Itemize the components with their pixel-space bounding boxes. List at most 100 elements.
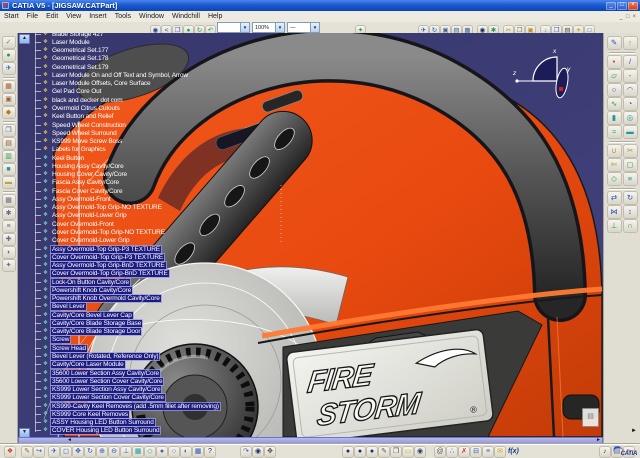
- line-icon[interactable]: /: [624, 56, 637, 68]
- revolve-surface-icon[interactable]: ◎: [624, 112, 637, 124]
- tree-item[interactable]: ❖Overmold Citrus Cutouts: [18, 104, 348, 112]
- menu-tools[interactable]: Tools: [111, 13, 135, 20]
- offset-icon[interactable]: ≡: [624, 173, 637, 185]
- tree-item[interactable]: ❖Labels for Graphics: [18, 146, 348, 154]
- menu-edit[interactable]: Edit: [42, 13, 62, 20]
- box-part-icon[interactable]: ■: [3, 164, 15, 175]
- arc-icon[interactable]: ◠: [624, 84, 637, 96]
- gallery-icon[interactable]: ▤: [3, 138, 15, 149]
- tree-item[interactable]: ❖Fascia Assy Cavity/Core: [18, 179, 348, 187]
- conic-icon[interactable]: ◔: [624, 98, 637, 110]
- palette-icon[interactable]: ▦: [3, 81, 15, 92]
- extract-icon[interactable]: ◇: [608, 173, 621, 185]
- zoom-out-icon[interactable]: ⊖: [109, 447, 119, 457]
- viewport-page-icon[interactable]: ▤: [582, 408, 599, 427]
- line-style-combo[interactable]: — ▼: [287, 22, 320, 33]
- menu-view[interactable]: View: [62, 13, 85, 20]
- globe-publish-icon[interactable]: ●: [3, 50, 15, 61]
- tree-item[interactable]: ❖Fascia Cover Cavity/Core: [18, 187, 348, 195]
- tree-item[interactable]: ❖Geometrical Set.179: [18, 63, 348, 71]
- tree-item[interactable]: ❖COVER Housing LED Button Surround: [18, 427, 348, 435]
- tree-item[interactable]: ❖Cavity/Core Bevel Lever Cap: [18, 311, 348, 319]
- fly-icon[interactable]: ✈: [49, 447, 59, 457]
- zoom-in-icon[interactable]: ⊕: [97, 447, 107, 457]
- tree-item[interactable]: ❖KS999 Move Screw Boss: [18, 137, 348, 145]
- menu-file[interactable]: File: [23, 13, 42, 20]
- update-brush-icon[interactable]: ✎: [22, 447, 32, 457]
- doc-restore-button[interactable]: □: [626, 14, 630, 20]
- menu-insert[interactable]: Insert: [85, 13, 111, 20]
- tree-item[interactable]: ❖Cover Overmold-Top Grip-NO TEXTURE: [18, 228, 348, 236]
- tree-item[interactable]: ❖Bevel Lever: [18, 303, 348, 311]
- tree-item[interactable]: ❖KS999 Lower Section Cover Cavity/Core: [18, 394, 348, 402]
- pointer-icon[interactable]: ◗: [3, 247, 15, 258]
- shading-icon[interactable]: ●: [157, 447, 167, 457]
- maximize-button[interactable]: □: [617, 2, 627, 10]
- measure-icon[interactable]: ✗: [459, 447, 469, 457]
- tree-item[interactable]: ❖Speed Wheel Surround: [18, 129, 348, 137]
- zoom-combo[interactable]: 100% ▼: [252, 22, 285, 33]
- symmetry-icon[interactable]: ⋈: [608, 206, 621, 218]
- database-cylinder-icon[interactable]: ●: [367, 447, 377, 457]
- rotate-view-icon[interactable]: ↻: [85, 447, 95, 457]
- tree-item[interactable]: ❖Housing Cover Cavity/Core: [18, 171, 348, 179]
- rotate-icon[interactable]: ↻: [624, 192, 637, 204]
- chevron-down-icon[interactable]: ▼: [310, 23, 319, 32]
- pan-icon[interactable]: ✥: [73, 447, 83, 457]
- tree-item[interactable]: ❖Geometrical Set.178: [18, 55, 348, 63]
- intersect-icon[interactable]: ∩: [624, 220, 637, 232]
- doc-close-button[interactable]: ×: [632, 14, 636, 20]
- scale-icon[interactable]: ↕: [624, 206, 637, 218]
- normal-view-icon[interactable]: ⊥: [121, 447, 131, 457]
- tree-item[interactable]: ❖KS999 Core Keel Removes: [18, 410, 348, 418]
- tree-item[interactable]: ❖35600 Lower Section Cover Cavity/Core: [18, 377, 348, 385]
- formula-fx-icon[interactable]: f(x): [508, 448, 519, 455]
- material-icon[interactable]: ◆: [3, 107, 15, 118]
- tree-item[interactable]: ❖Laser Module On and Off Text and Symbol…: [18, 71, 348, 79]
- tree-item[interactable]: ❖Assy Overmold-Front: [18, 195, 348, 203]
- folder-icon[interactable]: ▬: [3, 177, 15, 188]
- tree-item[interactable]: ❖35600 Lower Section Assy Cavity/Core: [18, 369, 348, 377]
- hide-show-icon[interactable]: ◐: [181, 447, 191, 457]
- tree-item[interactable]: ❖Assy Overmold-Top Grip-BnD TEXTURE: [18, 261, 348, 269]
- chevron-down-icon[interactable]: ▼: [240, 23, 249, 32]
- tree-item[interactable]: ❖Geometrical Set.177: [18, 47, 348, 55]
- tree-item[interactable]: ❖ASSY Housing LED Button Surround: [18, 418, 348, 426]
- fit-all-icon[interactable]: ◻: [61, 447, 71, 457]
- extrude-surface-icon[interactable]: ▮: [608, 112, 621, 124]
- camera-icon[interactable]: ◉: [415, 447, 425, 457]
- select-check-icon[interactable]: ✓: [3, 37, 15, 48]
- chevron-down-icon[interactable]: ▼: [275, 23, 284, 32]
- tree-item[interactable]: ❖Screw: [18, 336, 348, 344]
- page-edit-icon[interactable]: ✎: [379, 447, 389, 457]
- translate-icon[interactable]: ⇄: [608, 192, 621, 204]
- point-icon[interactable]: •: [608, 56, 621, 68]
- library-cylinder-icon[interactable]: ●: [355, 447, 365, 457]
- window-icon[interactable]: ❐: [3, 125, 15, 136]
- layers-icon[interactable]: ≡: [3, 221, 15, 232]
- tree-item[interactable]: ❖Keel Button and Relief: [18, 113, 348, 121]
- help-whatsthis-icon[interactable]: ?: [205, 447, 215, 457]
- tree-item[interactable]: ❖Assy Overmold-Lower Grip: [18, 212, 348, 220]
- menu-start[interactable]: Start: [0, 13, 23, 20]
- magnify-icon[interactable]: ◉: [253, 447, 263, 457]
- catalog-cylinder-icon[interactable]: ●: [343, 447, 353, 457]
- spline-icon[interactable]: ∿: [608, 98, 621, 110]
- plane-icon[interactable]: ▱: [608, 70, 621, 82]
- circle-icon[interactable]: ○: [608, 84, 621, 96]
- chat-icon[interactable]: ✉: [495, 447, 505, 457]
- tree-item[interactable]: ❖Lock-On Button Cavity/Core: [18, 278, 348, 286]
- volume-speaker-icon[interactable]: ♪: [600, 447, 610, 457]
- exit-workbench-icon[interactable]: ↑: [624, 37, 637, 49]
- sketcher-icon[interactable]: ✎: [608, 37, 621, 49]
- tree-item[interactable]: ❖KS999 Lower Section Assy Cavity/Core: [18, 385, 348, 393]
- wireframe-icon[interactable]: ○: [169, 447, 179, 457]
- manikin-icon[interactable]: ✥: [265, 447, 275, 457]
- font-combo[interactable]: ▼: [217, 22, 250, 33]
- split-icon[interactable]: ✂: [624, 145, 637, 157]
- scroll-left-icon[interactable]: ◄: [67, 438, 72, 443]
- tree-item[interactable]: ❖Assy Overmold-Top Grip-P3 TEXTURE: [18, 245, 348, 253]
- tree-item[interactable]: ❖Gel Pad Core Out: [18, 88, 348, 96]
- catalog-book-icon[interactable]: ▥: [3, 151, 15, 162]
- iso-view-cube-icon[interactable]: ◇: [145, 447, 155, 457]
